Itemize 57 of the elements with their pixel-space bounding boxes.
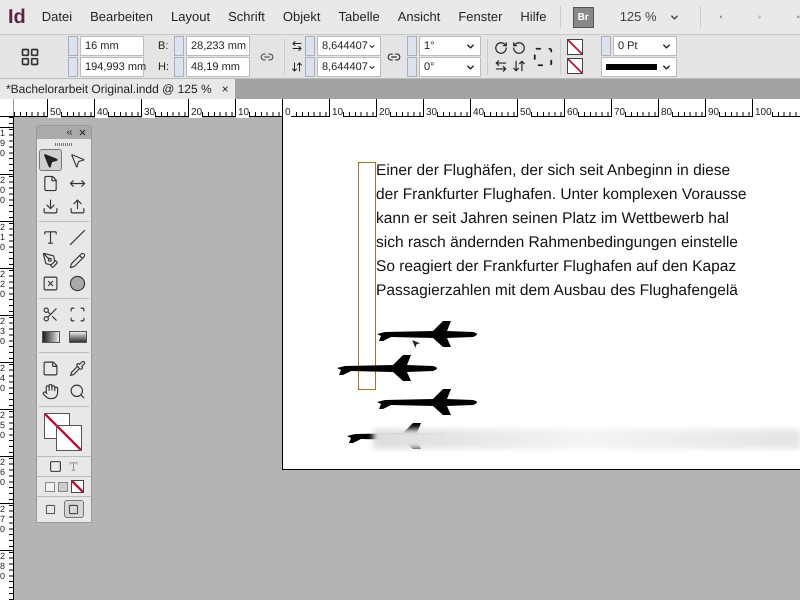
ruler-label: 20	[377, 107, 390, 118]
body-text-line: der Frankfurter Flughafen. Unter komplexen Vorausse	[376, 185, 748, 205]
menu-item[interactable]: Tabelle	[330, 7, 388, 27]
ruler-label: 220	[0, 269, 7, 299]
ruler-label: 10	[330, 107, 344, 118]
ruler-label: 270	[0, 504, 7, 534]
ruler-label: 30	[142, 107, 156, 118]
ruler-label: 30	[424, 107, 438, 118]
ruler-label: 250	[0, 410, 7, 440]
ruler-label: 60	[565, 107, 578, 118]
ruler-label: 0	[283, 107, 291, 118]
body-text-line: kann er seit Jahren seinen Platz im Wettbewerb hal	[376, 209, 730, 229]
bridge-button[interactable]: Br	[572, 6, 594, 28]
menu-item[interactable]: Datei	[34, 7, 80, 27]
input-field[interactable]: 0 Pt	[613, 36, 677, 56]
ruler-label: 210	[0, 222, 7, 252]
ruler-label: 10	[236, 107, 250, 118]
document-tab[interactable]: *Bachelorarbeit Original.indd @ 125 % ×	[0, 79, 235, 99]
ruler-label: 240	[0, 363, 7, 393]
input-field[interactable]: 0°	[419, 57, 481, 77]
menu-item[interactable]: Fenster	[450, 7, 510, 27]
menu-item[interactable]: Hilfe	[512, 7, 554, 27]
input-field[interactable]: 8,644407	[317, 36, 381, 56]
body-text-line: sich rasch ändernden Rahmenbedingungen einstelle	[376, 233, 739, 253]
ruler-label: 190	[0, 128, 7, 158]
body-text-line: Einer der Flughäfen, der sich seit Anbeginn in diese	[376, 161, 732, 181]
input-field[interactable]: 8,644407	[317, 57, 381, 77]
ruler-label: 90	[706, 107, 720, 118]
zoom-dropdown[interactable]: 125 %	[620, 7, 680, 27]
input-field[interactable]: 194,993 mm	[80, 57, 144, 77]
input-field[interactable]: 28,233 mm	[186, 36, 250, 56]
menu-item[interactable]: Schrift	[220, 7, 273, 27]
ruler-label: 70	[612, 107, 626, 118]
input-field[interactable]: 16 mm	[80, 36, 144, 56]
body-text-line: Passagierzahlen mit dem Ausbau des Flughafengelä	[376, 281, 739, 301]
ruler-label: 20	[189, 107, 202, 118]
close-tab-button[interactable]: ×	[222, 80, 229, 98]
ruler-label: 40	[471, 107, 484, 118]
ruler-label: 50	[518, 107, 532, 118]
ruler-label: 260	[0, 457, 7, 487]
menu-item[interactable]: Ansicht	[390, 7, 448, 27]
ruler-label: 200	[0, 175, 7, 205]
ruler-label: 230	[0, 316, 7, 346]
ruler-label: 40	[95, 107, 108, 118]
menu-item[interactable]: Bearbeiten	[82, 7, 162, 27]
input-field[interactable]: 48,19 mm	[186, 57, 250, 77]
ruler-label: 50	[48, 107, 62, 118]
body-text-line: So reagiert der Frankfurter Flughafen auf den Kapaz	[376, 257, 738, 277]
input-field[interactable]: 1°	[419, 36, 481, 56]
ruler-label: 280	[0, 551, 7, 581]
ruler-label: 100	[753, 107, 772, 118]
menu-item[interactable]: Objekt	[274, 7, 328, 27]
menu-item[interactable]: Layout	[163, 7, 218, 27]
width-label: B:	[158, 38, 170, 54]
ruler-label: 80	[659, 107, 672, 118]
app-logo: Id	[7, 5, 27, 30]
height-label: H:	[158, 60, 170, 75]
